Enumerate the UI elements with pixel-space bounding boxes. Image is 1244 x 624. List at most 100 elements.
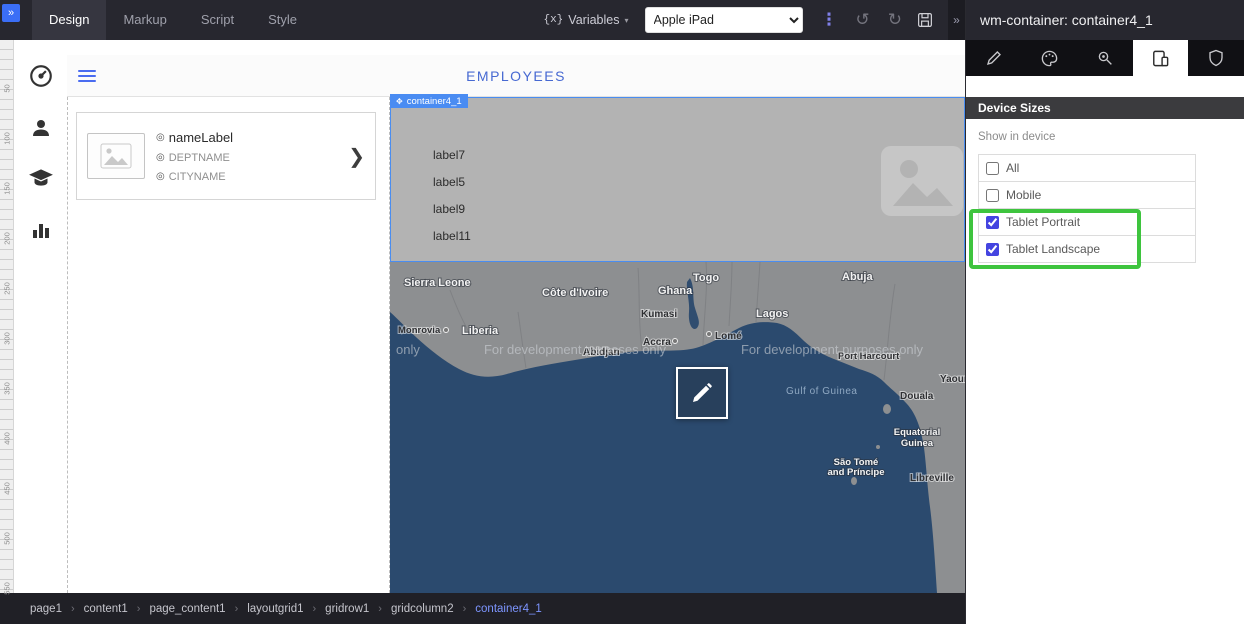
breadcrumb-item-layoutgrid1[interactable]: layoutgrid1 (247, 603, 303, 615)
ruler-tick: 350 (3, 379, 12, 399)
dept-label[interactable]: DEPTNAME (169, 152, 230, 164)
container-selection-tag[interactable]: ✥ container4_1 (390, 94, 468, 108)
breadcrumb-item-content1[interactable]: content1 (84, 603, 128, 615)
bind-icon: ◎ (156, 171, 165, 182)
breadcrumb-item-gridcolumn2[interactable]: gridcolumn2 (391, 603, 454, 615)
map-label-monrovia: Monrovia (398, 325, 441, 336)
device-preview-select[interactable]: Apple iPad (645, 7, 803, 33)
device-option-all[interactable]: All (978, 154, 1196, 182)
inspector-title: wm-container: container4_1 (966, 0, 1244, 40)
device-option-tablet-portrait[interactable]: Tablet Portrait (978, 208, 1196, 236)
tab-theme-palette[interactable] (1022, 40, 1078, 76)
map-label-cote-divoire: Côte d'Ivoire (542, 287, 608, 299)
ruler-tick: 150 (3, 179, 12, 199)
tab-markup[interactable]: Markup (106, 0, 183, 40)
ruler-tick: 50 (3, 79, 12, 99)
label-widget[interactable]: label11 (433, 229, 471, 243)
breadcrumb-separator-icon: › (313, 603, 317, 615)
sidebar-item-education[interactable] (21, 158, 61, 198)
brush-icon (985, 49, 1003, 67)
user-icon (29, 116, 53, 140)
device-options-list: All Mobile Tablet Portrait Tablet Landsc… (978, 154, 1196, 263)
tab-security-shield[interactable] (1188, 40, 1244, 76)
bind-icon: ◎ (156, 132, 165, 143)
undo-icon[interactable]: ↺ (856, 10, 870, 30)
tab-script[interactable]: Script (184, 0, 251, 40)
expand-panel-icon[interactable]: » (2, 4, 20, 22)
breadcrumb-separator-icon: › (235, 603, 239, 615)
sidebar-item-users[interactable] (21, 108, 61, 148)
breadcrumb-item-container4_1[interactable]: container4_1 (475, 603, 542, 615)
checkbox-tablet-portrait[interactable] (986, 216, 999, 229)
ruler-tick: 250 (3, 279, 12, 299)
tab-device-sizes[interactable] (1133, 40, 1189, 76)
city-label[interactable]: CITYNAME (169, 171, 226, 183)
design-canvas[interactable]: EMPLOYEES (67, 40, 965, 593)
checkbox-all[interactable] (986, 162, 999, 175)
save-icon[interactable] (916, 11, 934, 29)
map-label-liberia: Liberia (462, 325, 499, 337)
variables-label: Variables (568, 13, 619, 27)
studio-left-column: » Design Markup Script Style {x} Variabl… (0, 0, 965, 624)
shield-icon (1207, 49, 1225, 67)
breadcrumb-item-page-content1[interactable]: page_content1 (149, 603, 225, 615)
tab-inspect[interactable] (1077, 40, 1133, 76)
map-edit-button[interactable] (676, 367, 728, 419)
island-principe (876, 445, 880, 449)
sidebar-item-charts[interactable] (21, 210, 61, 250)
map-label-abuja: Abuja (842, 271, 873, 283)
tab-style[interactable]: Style (251, 0, 314, 40)
city-marker (444, 328, 449, 333)
breadcrumb-separator-icon: › (378, 603, 382, 615)
label-widget[interactable]: label5 (433, 175, 465, 189)
map-label-sierra-leone: Sierra Leone (404, 277, 471, 289)
map-label-douala: Douala (900, 391, 934, 402)
tab-design[interactable]: Design (32, 0, 106, 40)
topbar: » Design Markup Script Style {x} Variabl… (0, 0, 965, 40)
more-options-icon[interactable]: ⋮ (821, 10, 838, 30)
ruler-tick: 550 (3, 579, 12, 599)
island-bioko (883, 404, 891, 414)
ruler-tick: 500 (3, 529, 12, 549)
ruler-tick: 400 (3, 429, 12, 449)
ruler-tick: 200 (3, 229, 12, 249)
breadcrumb: page1 › content1 › page_content1 › layou… (0, 593, 965, 624)
label-widget[interactable]: label7 (433, 148, 465, 162)
checkbox-label: All (1006, 161, 1019, 175)
map-label-lome: Lomé (715, 331, 742, 342)
breadcrumb-separator-icon: › (463, 603, 467, 615)
device-icon (1151, 49, 1170, 68)
chevron-right-icon[interactable]: ❯ (348, 144, 365, 169)
ruler-tick: 450 (3, 479, 12, 499)
tab-styles-brush[interactable] (966, 40, 1022, 76)
breadcrumb-item-page1[interactable]: page1 (30, 603, 62, 615)
map-watermark-left: only (396, 342, 420, 357)
redo-icon[interactable]: ↻ (888, 10, 902, 30)
map-widget[interactable]: Sierra Leone Côte d'Ivoire Ghana Togo Li… (390, 262, 965, 593)
checkbox-tablet-landscape[interactable] (986, 243, 999, 256)
map-label-togo: Togo (693, 272, 719, 284)
checkbox-mobile[interactable] (986, 189, 999, 202)
canvas-body: ◎ nameLabel ◎ DEPTNAME ◎ CITYNAME (67, 97, 965, 593)
page-header: EMPLOYEES (67, 55, 965, 97)
label-widget[interactable]: label9 (433, 202, 465, 216)
map-label-gulf-of-guinea: Gulf of Guinea (786, 386, 857, 397)
map-watermark-center: For development purposes only (484, 342, 667, 357)
move-icon: ✥ (396, 97, 403, 106)
container4_1[interactable]: label7 label5 label9 label11 (390, 97, 965, 262)
collapse-right-icon[interactable]: » (948, 0, 965, 40)
map-label-kumasi: Kumasi (641, 309, 677, 320)
speedometer-icon (28, 63, 54, 89)
employee-list-item[interactable]: ◎ nameLabel ◎ DEPTNAME ◎ CITYNAME (76, 112, 376, 200)
page-title[interactable]: EMPLOYEES (67, 68, 965, 84)
map-label-ghana: Ghana (658, 285, 693, 297)
sidebar-item-dashboard[interactable] (21, 56, 61, 96)
name-label[interactable]: nameLabel (169, 130, 233, 145)
device-option-tablet-landscape[interactable]: Tablet Landscape (978, 235, 1196, 263)
container-tag-label: container4_1 (407, 96, 462, 107)
device-option-mobile[interactable]: Mobile (978, 181, 1196, 209)
variables-button[interactable]: {x} Variables ▾ (543, 13, 628, 27)
breadcrumb-item-gridrow1[interactable]: gridrow1 (325, 603, 369, 615)
picture-icon (100, 143, 132, 169)
wavemaker-studio: » Design Markup Script Style {x} Variabl… (0, 0, 1244, 624)
